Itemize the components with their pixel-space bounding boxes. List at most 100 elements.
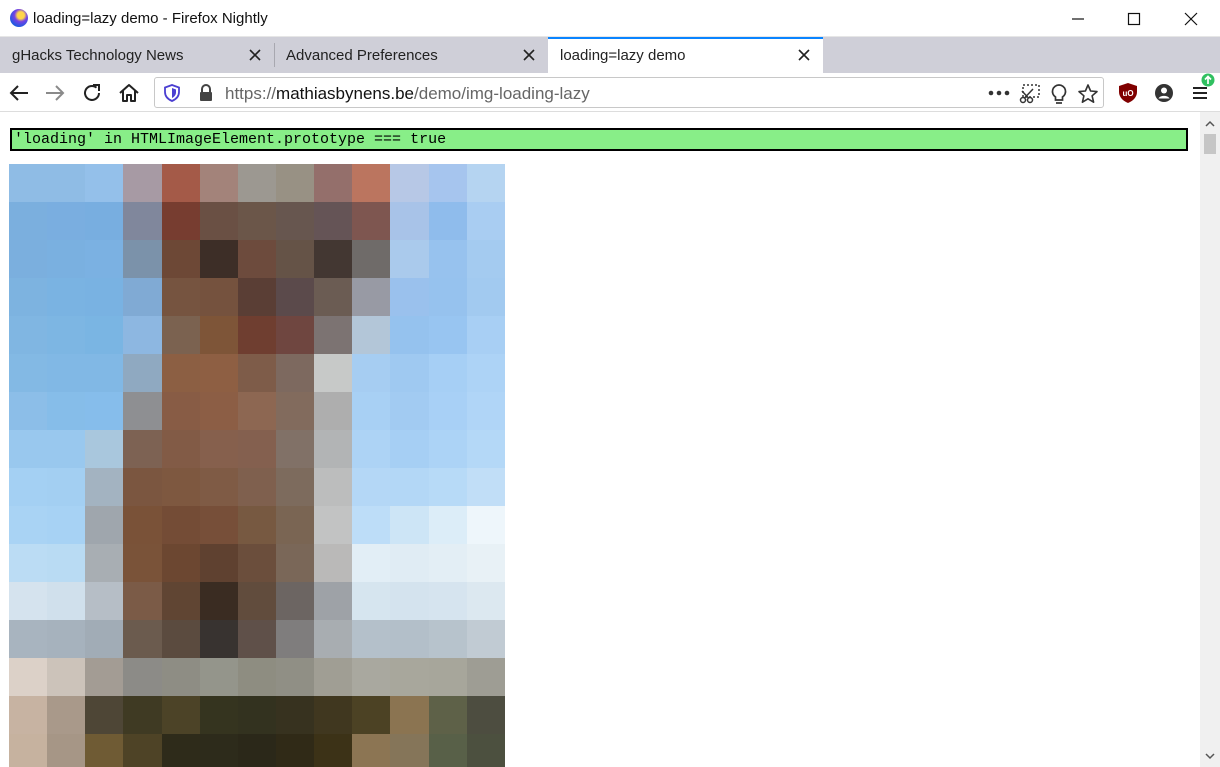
tracking-protection-shield-icon[interactable] — [163, 84, 181, 102]
close-tab-icon[interactable] — [248, 48, 262, 62]
image-pixel-block — [199, 582, 238, 620]
image-pixel-block — [275, 392, 315, 430]
image-pixel-block — [161, 544, 200, 582]
vertical-scrollbar[interactable] — [1200, 112, 1220, 767]
image-pixel-block — [428, 278, 467, 316]
image-pixel-block — [47, 164, 86, 202]
address-bar[interactable]: https://mathiasbynens.be/demo/img-loadin… — [154, 77, 1104, 108]
image-pixel-block — [466, 620, 505, 658]
scrollbar-thumb[interactable] — [1204, 134, 1216, 154]
window-titlebar: loading=lazy demo - Firefox Nightly — [0, 0, 1220, 37]
close-tab-icon[interactable] — [797, 48, 811, 62]
image-pixel-block — [199, 468, 238, 506]
image-pixel-block — [85, 658, 124, 696]
image-pixel-block — [237, 316, 276, 354]
home-button[interactable] — [117, 81, 141, 105]
image-pixel-block — [9, 202, 48, 240]
image-pixel-block — [314, 164, 353, 202]
image-pixel-block — [47, 392, 86, 430]
image-pixel-block — [47, 202, 86, 240]
image-pixel-block — [161, 164, 200, 202]
image-pixel-block — [161, 506, 200, 544]
image-pixel-block — [390, 582, 429, 620]
forward-arrow-icon — [46, 85, 65, 101]
image-pixel-block — [390, 164, 429, 202]
image-pixel-block — [275, 278, 315, 316]
image-pixel-block — [85, 734, 124, 767]
image-pixel-block — [237, 164, 276, 202]
image-pixel-block — [466, 582, 505, 620]
bookmark-star-icon[interactable] — [1077, 83, 1099, 105]
minimize-button[interactable] — [1049, 0, 1106, 37]
image-pixel-block — [47, 582, 86, 620]
image-pixel-block — [314, 734, 353, 767]
maximize-button[interactable] — [1105, 0, 1162, 37]
image-pixel-block — [466, 658, 505, 696]
url-text[interactable]: https://mathiasbynens.be/demo/img-loadin… — [225, 84, 590, 104]
navigation-toolbar: https://mathiasbynens.be/demo/img-loadin… — [0, 73, 1220, 112]
account-icon — [1155, 84, 1173, 102]
lazy-loaded-image-placeholder — [9, 164, 505, 767]
image-pixel-block — [428, 620, 467, 658]
maximize-icon — [1127, 12, 1140, 25]
ublock-origin-button[interactable]: uO — [1116, 81, 1140, 105]
url-host: mathiasbynens.be — [276, 84, 415, 103]
app-menu-button[interactable] — [1189, 73, 1215, 105]
image-pixel-block — [314, 620, 353, 658]
lightbulb-icon[interactable] — [1050, 83, 1068, 105]
image-pixel-block — [466, 202, 505, 240]
account-button[interactable] — [1152, 81, 1176, 105]
back-button[interactable] — [7, 81, 31, 105]
image-pixel-block — [47, 734, 86, 767]
image-pixel-block — [466, 278, 505, 316]
image-pixel-block — [123, 278, 162, 316]
svg-text:uO: uO — [1122, 89, 1133, 98]
image-pixel-block — [199, 392, 238, 430]
page-actions-more-icon[interactable] — [988, 87, 1010, 99]
image-pixel-block — [466, 430, 505, 468]
screenshot-icon[interactable] — [1019, 83, 1041, 105]
tab-label: gHacks Technology News — [12, 47, 184, 64]
image-pixel-block — [47, 240, 86, 278]
image-pixel-block — [199, 278, 238, 316]
image-pixel-block — [85, 430, 124, 468]
scroll-up-arrow-icon[interactable] — [1204, 118, 1216, 130]
image-pixel-block — [85, 506, 124, 544]
image-pixel-block — [85, 392, 124, 430]
image-pixel-block — [9, 696, 48, 734]
image-pixel-block — [275, 240, 315, 278]
image-pixel-block — [199, 506, 238, 544]
close-icon — [1184, 12, 1197, 25]
image-pixel-block — [314, 506, 353, 544]
image-pixel-block — [352, 240, 391, 278]
image-pixel-block — [161, 202, 200, 240]
image-pixel-block — [85, 620, 124, 658]
image-pixel-block — [314, 278, 353, 316]
close-window-button[interactable] — [1162, 0, 1219, 37]
image-pixel-block — [85, 240, 124, 278]
tab-loading-lazy-demo[interactable]: loading=lazy demo — [548, 37, 823, 73]
reload-button[interactable] — [80, 81, 104, 105]
image-pixel-block — [390, 392, 429, 430]
image-pixel-block — [275, 354, 315, 392]
image-pixel-block — [47, 544, 86, 582]
tab-advanced-preferences[interactable]: Advanced Preferences — [274, 37, 548, 73]
image-pixel-block — [352, 354, 391, 392]
close-tab-icon[interactable] — [522, 48, 536, 62]
forward-button[interactable] — [43, 81, 67, 105]
scroll-down-arrow-icon[interactable] — [1204, 750, 1216, 762]
image-pixel-block — [466, 468, 505, 506]
image-pixel-block — [237, 582, 276, 620]
image-pixel-block — [47, 354, 86, 392]
image-pixel-block — [314, 316, 353, 354]
image-pixel-block — [237, 620, 276, 658]
image-pixel-block — [9, 278, 48, 316]
lock-icon[interactable] — [198, 84, 214, 102]
tab-label: Advanced Preferences — [286, 47, 438, 64]
image-pixel-block — [85, 202, 124, 240]
tab-ghacks[interactable]: gHacks Technology News — [0, 37, 274, 73]
image-pixel-block — [352, 430, 391, 468]
image-pixel-block — [9, 164, 48, 202]
image-pixel-block — [390, 202, 429, 240]
image-pixel-block — [47, 620, 86, 658]
